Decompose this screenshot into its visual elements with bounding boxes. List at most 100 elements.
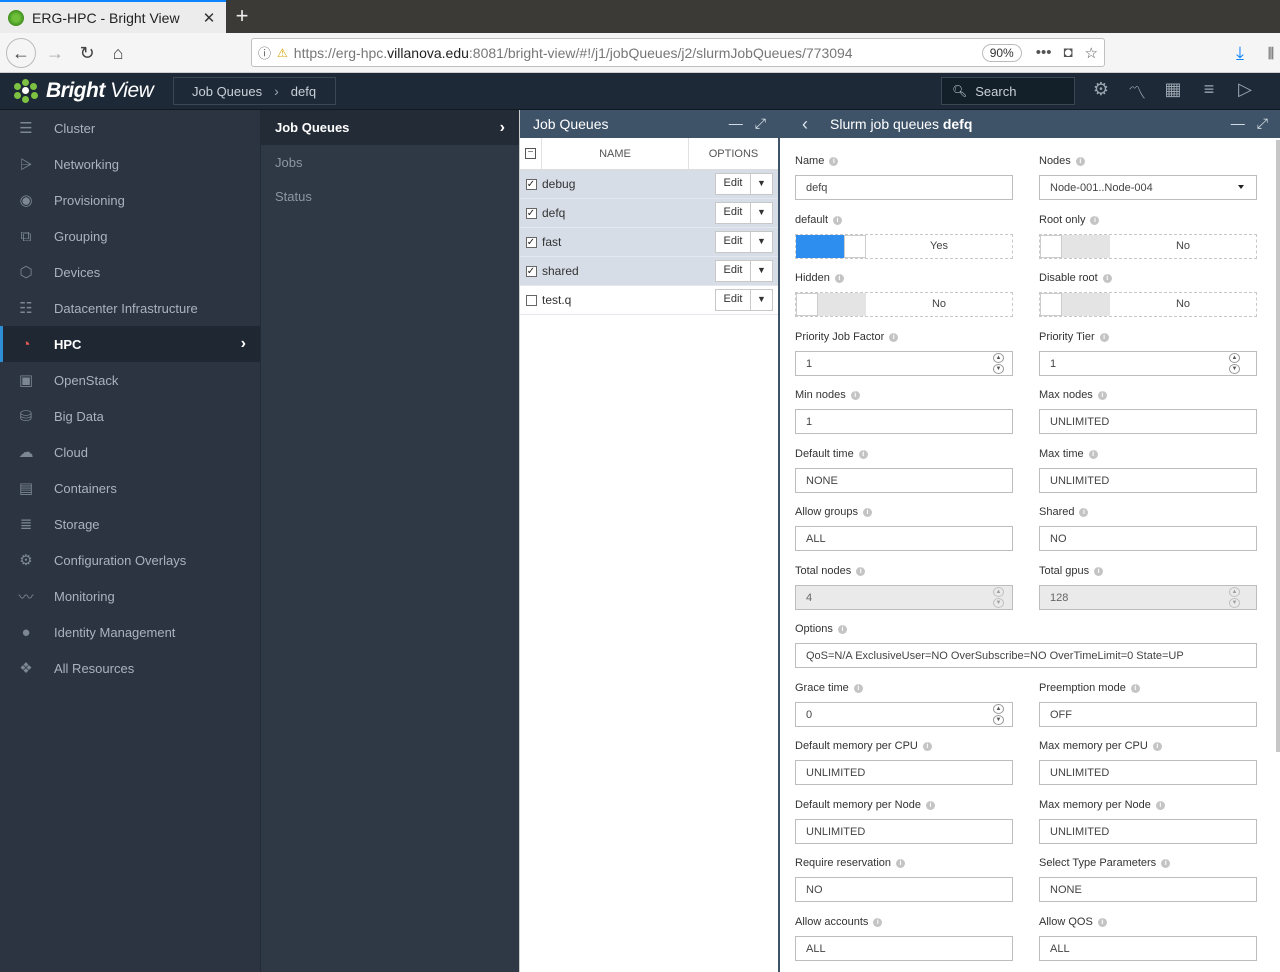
- priority-tier-stepper[interactable]: 1 ▲ ▼: [1039, 351, 1257, 376]
- grid-menu-icon[interactable]: ⋮: [1270, 79, 1280, 105]
- disable-root-toggle[interactable]: No: [1039, 292, 1257, 317]
- bright-view-logo[interactable]: Bright View: [14, 79, 154, 103]
- sidebar-item-provisioning[interactable]: ◉ Provisioning: [0, 182, 260, 218]
- close-tab-icon[interactable]: ✕: [200, 9, 218, 27]
- hidden-toggle[interactable]: No: [795, 292, 1013, 317]
- library-icon[interactable]: ⫼: [1256, 38, 1280, 68]
- expand-icon[interactable]: ⤢: [1257, 115, 1268, 132]
- search-placeholder: Search: [975, 83, 1017, 99]
- caret-down-icon[interactable]: ▼: [751, 232, 772, 252]
- breadcrumb-defq[interactable]: defq: [291, 84, 316, 99]
- row-checkbox[interactable]: ✓: [525, 207, 537, 219]
- nodes-select[interactable]: Node-001..Node-004: [1039, 175, 1257, 200]
- table-row[interactable]: ✓ debug Edit ▼: [520, 170, 778, 199]
- sidebar-item-storage[interactable]: ≣ Storage: [0, 506, 260, 542]
- min-nodes-field[interactable]: 1: [795, 409, 1013, 434]
- play-icon[interactable]: ▷: [1234, 79, 1256, 105]
- require-reservation-field[interactable]: NO: [795, 877, 1013, 902]
- sidebar-item-hpc[interactable]: ◔ HPC ›: [0, 326, 260, 362]
- default-time-field[interactable]: NONE: [795, 468, 1013, 493]
- sidebar-item-containers[interactable]: ▤ Containers: [0, 470, 260, 506]
- select-type-parameters-field[interactable]: NONE: [1039, 877, 1257, 902]
- name-field[interactable]: defq: [795, 175, 1013, 200]
- new-tab-icon[interactable]: +: [230, 3, 254, 29]
- allow-groups-field[interactable]: ALL: [795, 526, 1013, 551]
- edit-button[interactable]: Edit: [716, 203, 751, 223]
- row-checkbox[interactable]: ✓: [525, 236, 537, 248]
- back-icon[interactable]: ←: [6, 38, 36, 68]
- url-text[interactable]: https://erg-hpc.villanova.edu:8081/brigh…: [294, 45, 976, 61]
- settings-gear-icon[interactable]: ⚙: [1090, 79, 1112, 105]
- subnav-item-job-queues[interactable]: Job Queues ›: [261, 110, 519, 145]
- url-bar[interactable]: ⓘ ⚠ https://erg-hpc.villanova.edu:8081/b…: [251, 38, 1105, 67]
- max-nodes-field[interactable]: UNLIMITED: [1039, 409, 1257, 434]
- edit-button[interactable]: Edit: [716, 290, 751, 310]
- subnav-item-status[interactable]: Status: [261, 179, 519, 213]
- more-actions-icon[interactable]: •••: [1036, 44, 1052, 62]
- caret-down-icon[interactable]: ▼: [751, 174, 772, 194]
- row-checkbox[interactable]: [525, 294, 537, 306]
- sidebar-item-identity-management[interactable]: ● Identity Management: [0, 614, 260, 650]
- back-chevron-icon[interactable]: ‹: [780, 114, 830, 135]
- priority-job-factor-stepper[interactable]: 1 ▲ ▼: [795, 351, 1013, 376]
- download-icon[interactable]: ⤓: [1225, 38, 1255, 68]
- subnav-item-jobs[interactable]: Jobs: [261, 145, 519, 179]
- default-toggle[interactable]: Yes: [795, 234, 1013, 259]
- sidebar-item-grouping[interactable]: ⧉ Grouping: [0, 218, 260, 254]
- options-field[interactable]: QoS=N/A ExclusiveUser=NO OverSubscribe=N…: [795, 643, 1257, 668]
- edit-button[interactable]: Edit: [716, 261, 751, 281]
- grace-time-stepper[interactable]: 0 ▲ ▼: [795, 702, 1013, 727]
- bookmark-star-icon[interactable]: ☆: [1085, 44, 1098, 62]
- zoom-level[interactable]: 90%: [981, 43, 1022, 62]
- sidebar-item-openstack[interactable]: ▣ OpenStack: [0, 362, 260, 398]
- sidebar-item-cluster[interactable]: ☰ Cluster: [0, 110, 260, 146]
- table-row[interactable]: ✓ defq Edit ▼: [520, 199, 778, 228]
- pocket-icon[interactable]: ◘: [1063, 44, 1072, 62]
- reload-icon[interactable]: ↻: [72, 38, 102, 68]
- max-memory-per-cpu-field[interactable]: UNLIMITED: [1039, 760, 1257, 785]
- list-icon[interactable]: ≡: [1198, 79, 1220, 105]
- minimize-icon[interactable]: —: [1231, 115, 1245, 132]
- column-name[interactable]: NAME: [542, 137, 689, 170]
- sidebar-item-cloud[interactable]: ☁ Cloud: [0, 434, 260, 470]
- caret-down-icon[interactable]: ▼: [751, 261, 772, 281]
- preemption-mode-field[interactable]: OFF: [1039, 702, 1257, 727]
- sidebar-item-devices[interactable]: ⬡ Devices: [0, 254, 260, 290]
- minimize-icon[interactable]: —: [729, 115, 743, 132]
- sidebar-item-configuration-overlays[interactable]: ⚙ Configuration Overlays: [0, 542, 260, 578]
- scrollbar[interactable]: [1276, 140, 1280, 752]
- default-memory-per-node-field[interactable]: UNLIMITED: [795, 819, 1013, 844]
- insecure-lock-icon[interactable]: ⚠: [277, 46, 288, 60]
- row-checkbox[interactable]: ✓: [525, 178, 537, 190]
- root-only-toggle[interactable]: No: [1039, 234, 1257, 259]
- default-memory-per-cpu-field[interactable]: UNLIMITED: [795, 760, 1013, 785]
- allow-accounts-field[interactable]: ALL: [795, 936, 1013, 961]
- shared-field[interactable]: NO: [1039, 526, 1257, 551]
- table-row[interactable]: ✓ fast Edit ▼: [520, 228, 778, 257]
- breadcrumb-job-queues[interactable]: Job Queues: [192, 84, 262, 99]
- sidebar-item-big-data[interactable]: ⛁ Big Data: [0, 398, 260, 434]
- row-checkbox[interactable]: ✓: [525, 265, 537, 277]
- browser-tab[interactable]: ERG-HPC - Bright View ✕: [0, 0, 226, 33]
- info-icon[interactable]: ⓘ: [258, 43, 271, 62]
- max-memory-per-node-field[interactable]: UNLIMITED: [1039, 819, 1257, 844]
- expand-icon[interactable]: ⤢: [755, 115, 766, 132]
- caret-down-icon[interactable]: ▼: [751, 203, 772, 223]
- caret-down-icon[interactable]: ▼: [751, 290, 772, 310]
- allow-qos-field[interactable]: ALL: [1039, 936, 1257, 961]
- forward-icon[interactable]: →: [40, 38, 70, 68]
- edit-button[interactable]: Edit: [716, 174, 751, 194]
- sidebar-item-monitoring[interactable]: 〰 Monitoring: [0, 578, 260, 614]
- search-input[interactable]: 🔍︎ Search: [941, 77, 1075, 105]
- table-row[interactable]: ✓ shared Edit ▼: [520, 257, 778, 286]
- sidebar-item-all-resources[interactable]: ❖ All Resources: [0, 650, 260, 686]
- table-row[interactable]: test.q Edit ▼: [520, 286, 778, 315]
- home-icon[interactable]: ⌂: [103, 38, 133, 68]
- sidebar-item-datacenter[interactable]: ☷ Datacenter Infrastructure: [0, 290, 260, 326]
- select-all-checkbox[interactable]: −: [525, 148, 536, 159]
- max-time-field[interactable]: UNLIMITED: [1039, 468, 1257, 493]
- calculator-icon[interactable]: ▦: [1162, 79, 1184, 105]
- monitoring-chart-icon[interactable]: 〽: [1126, 79, 1148, 105]
- edit-button[interactable]: Edit: [716, 232, 751, 252]
- sidebar-item-networking[interactable]: ⩥ Networking: [0, 146, 260, 182]
